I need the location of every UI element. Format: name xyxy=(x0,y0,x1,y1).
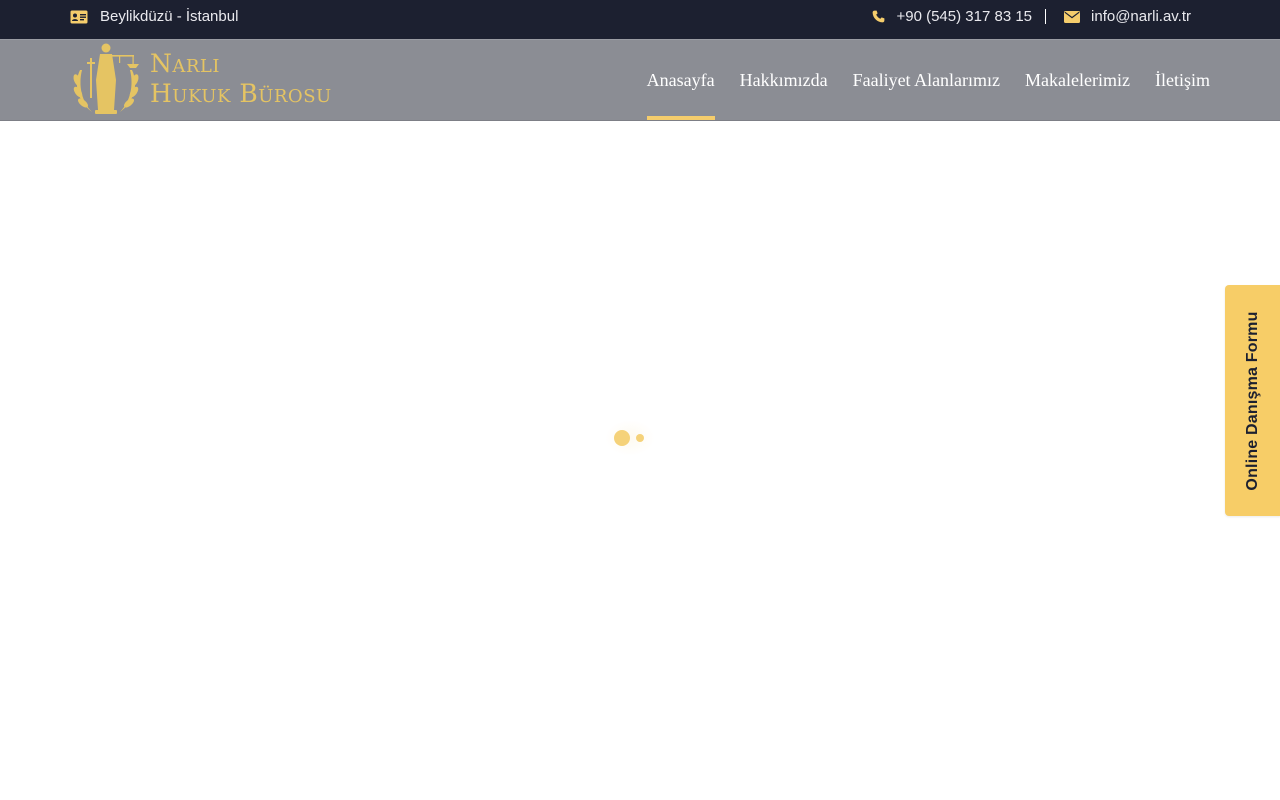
top-info-bar: Beylikdüzü - İstanbul +90 (545) 317 83 1… xyxy=(0,0,1280,39)
loader-dot-small xyxy=(636,434,644,442)
email-link[interactable]: info@narli.av.tr xyxy=(1064,8,1191,25)
nav-item-hakkimizda[interactable]: Hakkımızda xyxy=(740,40,828,120)
online-consultation-tab[interactable]: Online Danışma Formu xyxy=(1225,285,1280,516)
phone-icon xyxy=(872,10,885,23)
main-navbar: Narlı Hukuk Bürosu Anasayfa Hakkımızda F… xyxy=(0,39,1280,121)
online-consultation-label: Online Danışma Formu xyxy=(1244,310,1261,491)
envelope-icon xyxy=(1064,10,1081,23)
id-card-icon xyxy=(70,10,88,24)
nav-item-iletisim[interactable]: İletişim xyxy=(1155,40,1210,120)
main-menu: Anasayfa Hakkımızda Faaliyet Alanlarımız… xyxy=(646,40,1210,120)
loader-dot-large xyxy=(614,430,630,446)
brand-line-2: Hukuk Bürosu xyxy=(150,79,332,108)
contact-info: +90 (545) 317 83 15 info@narli.av.tr xyxy=(872,0,1191,33)
nav-item-faaliyet-alanlarimiz[interactable]: Faaliyet Alanlarımız xyxy=(853,40,1000,120)
email-text: info@narli.av.tr xyxy=(1091,8,1191,25)
lady-justice-emblem-icon xyxy=(70,40,142,118)
location-info: Beylikdüzü - İstanbul xyxy=(70,0,238,33)
brand-line-1: Narlı xyxy=(150,49,220,78)
phone-link[interactable]: +90 (545) 317 83 15 xyxy=(872,8,1032,25)
page-loader xyxy=(605,420,655,456)
brand-name: Narlı Hukuk Bürosu xyxy=(150,49,332,109)
nav-item-anasayfa[interactable]: Anasayfa xyxy=(646,40,715,120)
nav-item-makalelerimiz[interactable]: Makalelerimiz xyxy=(1025,40,1130,120)
phone-text: +90 (545) 317 83 15 xyxy=(896,8,1033,25)
site-logo[interactable]: Narlı Hukuk Bürosu xyxy=(70,40,360,118)
location-text: Beylikdüzü - İstanbul xyxy=(100,8,239,25)
loader-halo xyxy=(605,420,655,456)
contact-divider xyxy=(1045,9,1047,24)
